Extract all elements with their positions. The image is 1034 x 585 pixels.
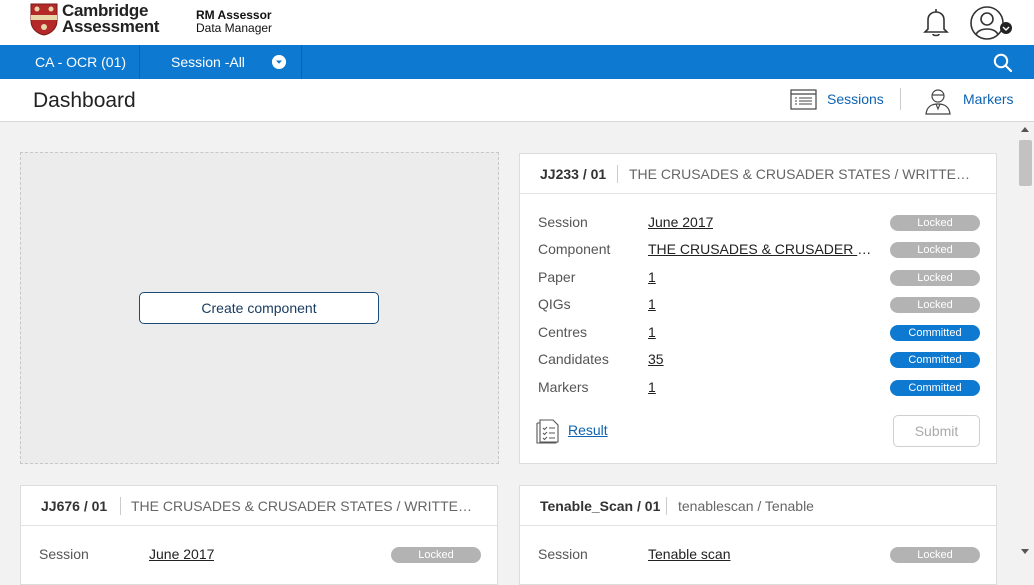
status-badge: Committed: [890, 325, 980, 341]
row-value-link[interactable]: 35: [648, 351, 664, 367]
component-name: THE CRUSADES & CRUSADER STATES / WRITTEN…: [629, 166, 974, 182]
list-item: Markers 1 Committed: [538, 379, 980, 399]
row-value-link[interactable]: 1: [648, 296, 656, 312]
user-avatar-icon[interactable]: [969, 5, 1015, 41]
scroll-down-arrow-icon[interactable]: [1021, 549, 1029, 554]
sessions-link[interactable]: Sessions: [827, 91, 884, 107]
row-value-link[interactable]: Tenable scan: [648, 546, 731, 562]
sessions-list-icon[interactable]: [790, 87, 817, 111]
org-selector[interactable]: CA - OCR (01): [0, 45, 140, 79]
brand-line-2: Assessment: [62, 17, 160, 36]
list-item: Paper 1 Locked: [538, 269, 980, 289]
list-item: Session June 2017 Locked: [538, 214, 980, 234]
submit-button[interactable]: Submit: [893, 415, 980, 447]
list-item: Candidates 35 Committed: [538, 351, 980, 371]
card-header: Tenable_Scan / 01 tenablescan / Tenable: [520, 486, 996, 526]
row-value-link[interactable]: June 2017: [149, 546, 214, 562]
component-code: JJ233 / 01: [540, 166, 607, 182]
search-icon[interactable]: [993, 53, 1013, 73]
row-value-link[interactable]: 1: [648, 269, 656, 285]
component-card: Tenable_Scan / 01 tenablescan / Tenable …: [519, 485, 997, 585]
component-name: tenablescan / Tenable: [678, 498, 814, 514]
app-header: Cambridge Assessment RM Assessor Data Ma…: [0, 0, 1034, 45]
row-label: Session: [39, 546, 89, 562]
row-label: Markers: [538, 379, 589, 395]
component-card: JJ676 / 01 THE CRUSADES & CRUSADER STATE…: [20, 485, 498, 585]
create-component-card: Create component: [20, 152, 499, 464]
row-value-link[interactable]: June 2017: [648, 214, 713, 230]
product-logo: RM Assessor Data Manager: [196, 9, 272, 35]
card-header: JJ233 / 01 THE CRUSADES & CRUSADER STATE…: [520, 154, 996, 194]
page-titlebar: Dashboard Sessions Markers: [0, 79, 1034, 122]
session-selector-label: Session -All: [171, 54, 245, 70]
result-checklist-icon: [536, 419, 559, 444]
scroll-thumb[interactable]: [1019, 140, 1032, 186]
component-card: JJ233 / 01 THE CRUSADES & CRUSADER STATE…: [519, 153, 997, 464]
status-badge: Locked: [890, 297, 980, 313]
status-badge: Committed: [890, 352, 980, 368]
cambridge-logo-text: Cambridge Assessment: [62, 2, 160, 36]
result-link[interactable]: Result: [568, 422, 608, 438]
list-item: Centres 1 Committed: [538, 324, 980, 344]
markers-link[interactable]: Markers: [963, 91, 1014, 107]
scroll-up-arrow-icon[interactable]: [1021, 127, 1029, 132]
row-value-link[interactable]: 1: [648, 379, 656, 395]
component-code: JJ676 / 01: [41, 498, 108, 514]
row-value-link[interactable]: THE CRUSADES & CRUSADER STA...: [648, 241, 873, 257]
row-label: Session: [538, 546, 588, 562]
page-title: Dashboard: [33, 89, 136, 112]
status-badge: Committed: [890, 380, 980, 396]
row-label: Centres: [538, 324, 588, 340]
bell-icon[interactable]: [919, 5, 953, 39]
cambridge-shield-icon: [30, 3, 58, 36]
status-badge: Locked: [890, 270, 980, 286]
chevron-down-icon[interactable]: [272, 55, 286, 69]
component-code: Tenable_Scan / 01: [540, 498, 661, 514]
status-badge: Locked: [890, 215, 980, 231]
product-line-2: Data Manager: [196, 21, 273, 35]
scrollbar[interactable]: [1017, 122, 1034, 561]
list-item: Session June 2017 Locked: [39, 546, 481, 566]
result-action[interactable]: Result: [536, 418, 608, 449]
marker-person-icon[interactable]: [924, 87, 952, 115]
divider: [900, 88, 901, 110]
row-label: QIGs: [538, 296, 571, 312]
row-label: Candidates: [538, 351, 609, 367]
row-label: Paper: [538, 269, 576, 285]
list-item: Component THE CRUSADES & CRUSADER STA...…: [538, 241, 980, 261]
status-badge: Locked: [890, 242, 980, 258]
list-item: QIGs 1 Locked: [538, 296, 980, 316]
context-navbar: CA - OCR (01) Session -All: [0, 45, 1034, 79]
component-name: THE CRUSADES & CRUSADER STATES / WRITTEN…: [131, 498, 476, 514]
divider: [617, 165, 618, 183]
divider: [666, 497, 667, 515]
card-header: JJ676 / 01 THE CRUSADES & CRUSADER STATE…: [21, 486, 497, 526]
list-item: Session Tenable scan Locked: [538, 546, 980, 566]
row-value-link[interactable]: 1: [648, 324, 656, 340]
row-label: Session: [538, 214, 588, 230]
divider: [120, 497, 121, 515]
create-component-button[interactable]: Create component: [139, 292, 379, 324]
row-label: Component: [538, 241, 611, 257]
